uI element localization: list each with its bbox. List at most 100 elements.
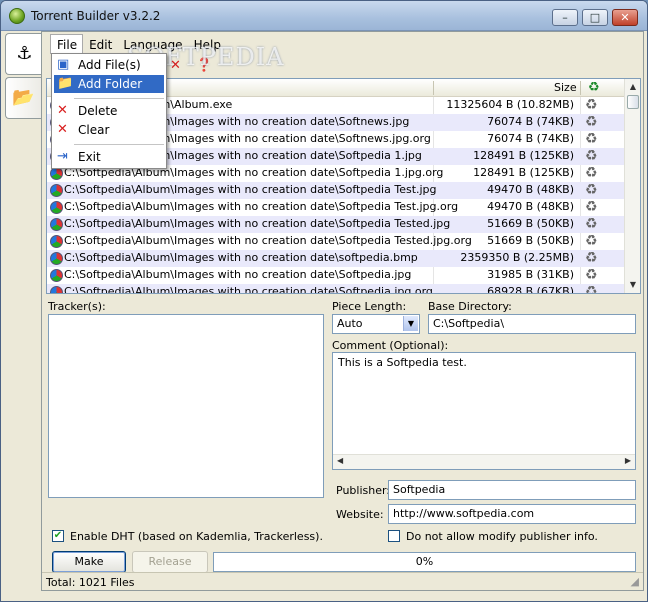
- recycle-icon[interactable]: ♻: [585, 131, 598, 147]
- file-path: C:\Softpedia\Album\Images with no creati…: [64, 217, 451, 230]
- file-size: 128491 B (125KB): [473, 166, 574, 179]
- recycle-icon[interactable]: ♻: [585, 114, 598, 130]
- status-bar: Total: 1021 Files ◢: [42, 572, 643, 590]
- recycle-icon[interactable]: ♻: [585, 165, 598, 181]
- no-modify-publisher-checkbox[interactable]: [388, 530, 400, 542]
- file-size: 51669 B (50KB): [487, 217, 574, 230]
- clear-icon: ✕: [57, 122, 68, 137]
- table-row[interactable]: C:\Softpedia\Album\Images with no creati…: [47, 233, 626, 250]
- file-icon: [50, 184, 63, 197]
- base-directory-input[interactable]: C:\Softpedia\: [428, 314, 636, 334]
- menu-item-add-files[interactable]: ▣ Add File(s): [54, 56, 164, 74]
- app-window: Torrent Builder v3.2.2 – □ ✕ ⚓ 📂 File Edi…: [0, 0, 648, 602]
- file-path: C:\Softpedia\Album\Images with no creati…: [64, 285, 433, 294]
- recycle-icon[interactable]: ♻: [585, 216, 598, 232]
- table-row[interactable]: C:\Softpedia\Album\Images with no creati…: [47, 199, 626, 216]
- scroll-left-icon[interactable]: ◀: [337, 456, 343, 465]
- chevron-down-icon[interactable]: ▼: [403, 316, 418, 331]
- file-icon: [50, 286, 63, 293]
- menu-item-label: Clear: [78, 123, 110, 137]
- recycle-icon[interactable]: ♻: [585, 250, 598, 266]
- scroll-down-icon[interactable]: ▼: [626, 278, 640, 292]
- file-icon: [50, 235, 63, 248]
- recycle-icon[interactable]: ♻: [585, 267, 598, 283]
- resize-grip-icon[interactable]: ◢: [631, 575, 639, 588]
- progress-bar: 0%: [213, 552, 636, 572]
- comment-label: Comment (Optional):: [332, 339, 449, 352]
- table-row[interactable]: C:\Softpedia\Album\Images with no creati…: [47, 216, 626, 233]
- file-path: C:\Softpedia\Album\Images with no creati…: [64, 200, 459, 213]
- menu-item-clear[interactable]: ✕ Clear: [54, 121, 164, 139]
- menu-item-label: Add File(s): [78, 58, 141, 72]
- file-size: 128491 B (125KB): [473, 149, 574, 162]
- side-tabs: ⚓ 📂: [5, 31, 43, 591]
- tab-open[interactable]: 📂: [5, 77, 41, 119]
- menu-edit[interactable]: Edit: [83, 35, 117, 54]
- piece-length-value: Auto: [337, 317, 363, 330]
- close-button[interactable]: ✕: [612, 9, 638, 26]
- piece-length-select[interactable]: Auto ▼: [332, 314, 420, 334]
- file-size: 76074 B (74KB): [487, 115, 574, 128]
- recycle-icon[interactable]: ♻: [585, 182, 598, 198]
- publisher-label: Publisher:: [336, 484, 391, 497]
- table-row[interactable]: C:\Softpedia\Album\Images with no creati…: [47, 250, 626, 267]
- menu-file[interactable]: File: [50, 34, 84, 54]
- table-row[interactable]: C:\Softpedia\Album\Images with no creati…: [47, 284, 626, 294]
- window-title: Torrent Builder v3.2.2: [31, 9, 161, 23]
- recycle-icon[interactable]: ♻: [585, 233, 598, 249]
- menu-item-label: Add Folder: [78, 77, 143, 91]
- comment-scrollbar[interactable]: ◀ ▶: [333, 454, 635, 469]
- recycle-icon[interactable]: ♻: [585, 199, 598, 215]
- file-icon: [50, 201, 63, 214]
- tracker-label: Tracker(s):: [48, 300, 106, 313]
- table-row[interactable]: C:\Softpedia\Album\Images with no creati…: [47, 182, 626, 199]
- menu-item-label: Delete: [78, 104, 118, 118]
- file-path: C:\Softpedia\Album\Images with no creati…: [64, 183, 437, 196]
- file-size: 31985 B (31KB): [487, 268, 574, 281]
- title-bar[interactable]: Torrent Builder v3.2.2 – □ ✕: [1, 1, 647, 31]
- release-button[interactable]: Release: [132, 551, 208, 573]
- publisher-input[interactable]: Softpedia: [388, 480, 636, 500]
- scroll-up-icon[interactable]: ▲: [626, 80, 640, 94]
- total-files: Total: 1021 Files: [46, 576, 135, 589]
- menu-item-delete[interactable]: ✕ Delete: [54, 102, 164, 120]
- file-list-scrollbar[interactable]: ▲ ▼: [624, 79, 640, 293]
- menu-separator: [74, 144, 164, 145]
- tracker-textarea[interactable]: [48, 314, 324, 498]
- scroll-thumb[interactable]: [627, 95, 639, 109]
- file-menu-dropdown: ▣ Add File(s) 📁 Add Folder ✕ Delete ✕ Cl…: [51, 53, 167, 169]
- menu-item-add-folder[interactable]: 📁 Add Folder: [54, 75, 164, 93]
- file-size: 76074 B (74KB): [487, 132, 574, 145]
- base-directory-label: Base Directory:: [428, 300, 512, 313]
- delete-icon: ✕: [57, 103, 68, 118]
- no-modify-publisher-label: Do not allow modify publisher info.: [406, 530, 598, 543]
- maximize-button[interactable]: □: [582, 9, 608, 26]
- anchor-icon: ⚓: [16, 43, 33, 64]
- column-size[interactable]: Size: [554, 81, 577, 94]
- app-logo-icon: [9, 8, 25, 24]
- file-size: 11325604 B (10.82MB): [446, 98, 574, 111]
- folder-icon: 📁: [57, 76, 74, 91]
- file-size: 49470 B (48KB): [487, 183, 574, 196]
- column-divider[interactable]: [580, 81, 581, 95]
- scroll-right-icon[interactable]: ▶: [625, 456, 631, 465]
- website-label: Website:: [336, 508, 384, 521]
- website-input[interactable]: http://www.softpedia.com: [388, 504, 636, 524]
- recycle-icon[interactable]: ♻: [585, 284, 598, 293]
- enable-dht-checkbox[interactable]: ✔: [52, 530, 64, 542]
- status-column-icon[interactable]: ♻: [588, 80, 600, 95]
- comment-textarea[interactable]: This is a Softpedia test. ◀ ▶: [332, 352, 636, 470]
- recycle-icon[interactable]: ♻: [585, 148, 598, 164]
- make-button[interactable]: Make: [52, 551, 126, 573]
- tab-build[interactable]: ⚓: [5, 33, 43, 75]
- column-divider[interactable]: [433, 81, 434, 95]
- table-row[interactable]: C:\Softpedia\Album\Images with no creati…: [47, 267, 626, 284]
- file-path: C:\Softpedia\Album\Images with no creati…: [64, 251, 418, 264]
- menu-item-exit[interactable]: ⇥ Exit: [54, 148, 164, 166]
- recycle-icon[interactable]: ♻: [585, 97, 598, 113]
- minimize-button[interactable]: –: [552, 9, 578, 26]
- file-size: 49470 B (48KB): [487, 200, 574, 213]
- file-icon: [50, 252, 63, 265]
- folder-arrow-icon: 📂: [12, 87, 35, 108]
- piece-length-label: Piece Length:: [332, 300, 407, 313]
